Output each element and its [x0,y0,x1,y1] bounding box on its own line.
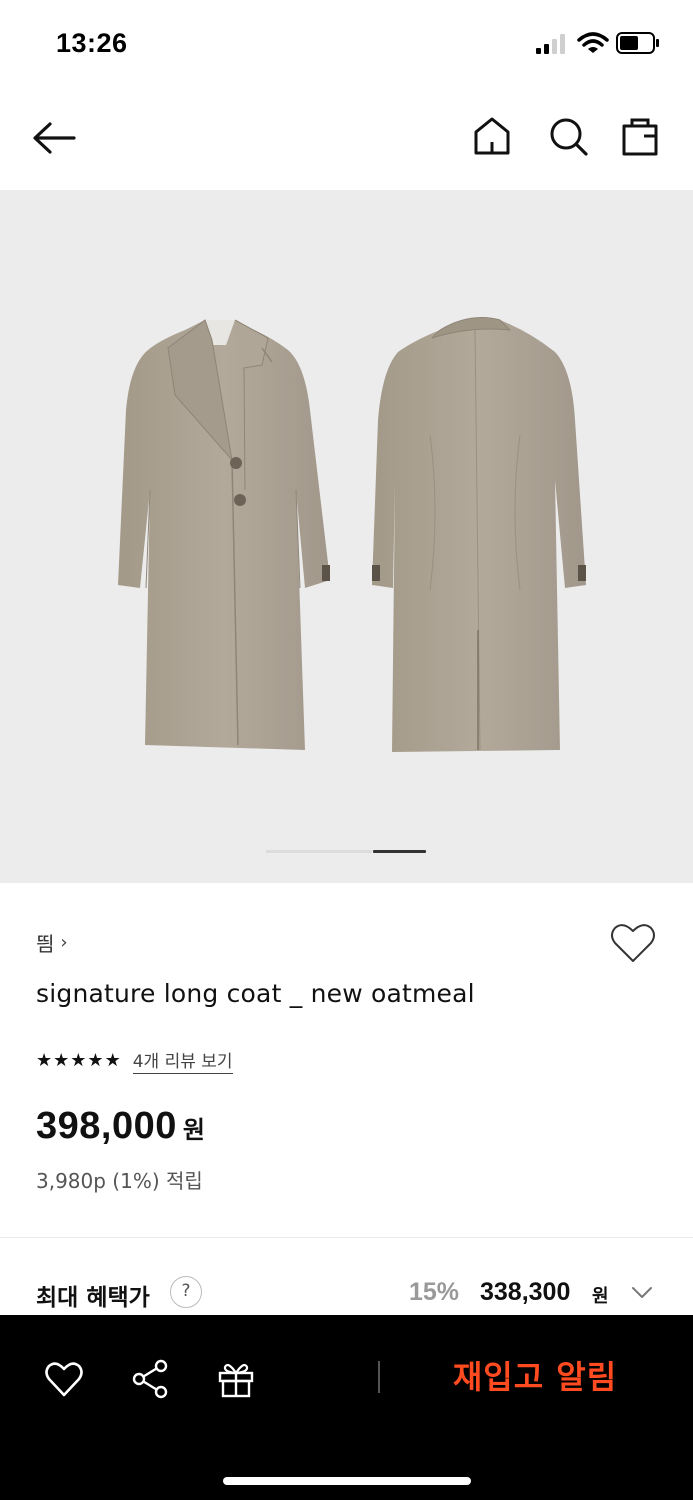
wishlist-heart-icon[interactable] [609,921,657,965]
reward-points: 3,980p (1%) 적립 [36,1169,203,1193]
coat-back-image [372,317,586,752]
shopping-bag-icon[interactable] [618,112,662,158]
coat-front-image [118,319,330,750]
restock-alert-button[interactable]: 재입고 알림 [400,1351,670,1403]
status-time: 13:26 [56,28,128,58]
product-info: 띔 › signature long coat _ new oatmeal ★ … [0,883,693,1238]
chevron-down-icon[interactable] [630,1282,654,1302]
price-currency: 원 [182,1116,205,1144]
discount-price: 338,300 [480,1278,571,1306]
price-row: 398,000 원 [36,1105,205,1148]
heart-icon[interactable] [44,1359,84,1399]
star-icon: ★ [36,1049,53,1071]
search-icon[interactable] [546,114,590,158]
product-image-gallery[interactable] [0,190,693,883]
benefit-label: 최대 혜택가 [36,1285,150,1311]
star-icon: ★ [70,1049,87,1071]
star-icon: ★ [53,1049,70,1071]
pager-indicator-2[interactable] [373,850,426,853]
rating-stars: ★ ★ ★ ★ ★ [36,1049,121,1071]
rating-row: ★ ★ ★ ★ ★ 4개 리뷰 보기 [36,1047,233,1074]
home-indicator[interactable] [223,1477,471,1485]
gallery-pager [266,850,426,854]
back-arrow-icon[interactable] [30,118,78,158]
discount-percent: 15% [409,1278,460,1306]
chevron-right-icon: › [60,932,68,953]
nav-header [0,90,693,190]
brand-link[interactable]: 띔 › [36,928,68,957]
product-price: 398,000 [36,1105,177,1147]
brand-name: 띔 [36,932,55,956]
action-divider [378,1361,380,1393]
gift-icon[interactable] [216,1359,256,1399]
share-icon[interactable] [130,1359,170,1399]
home-icon[interactable] [470,114,514,158]
max-benefit-row[interactable]: 최대 혜택가 ? 15% 338,300 원 [0,1238,693,1315]
battery-icon [616,32,659,54]
review-link[interactable]: 4개 리뷰 보기 [132,1047,233,1074]
discount-currency: 원 [592,1286,609,1307]
star-icon: ★ [104,1049,121,1071]
cellular-signal-icon [536,34,565,54]
star-icon: ★ [87,1049,104,1071]
pager-indicator-1[interactable] [266,850,372,853]
bottom-action-bar: 재입고 알림 [0,1315,693,1500]
help-button[interactable]: ? [170,1276,202,1308]
product-title: signature long coat _ new oatmeal [36,979,475,1008]
status-bar: 13:26 [0,0,693,90]
wifi-icon [577,32,609,53]
product-image [118,317,586,752]
